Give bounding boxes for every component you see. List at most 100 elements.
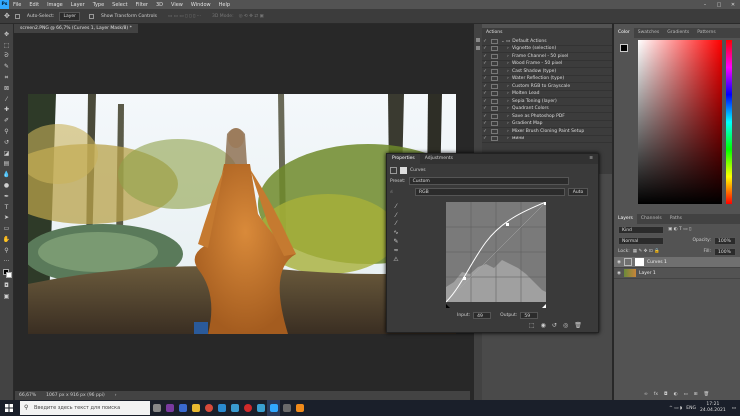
input-field[interactable]: 49 xyxy=(473,312,492,319)
dialog-toggle[interactable] xyxy=(491,83,498,89)
view-previous-icon[interactable]: ◉ xyxy=(541,322,546,329)
hand-tool-icon[interactable]: ✋ xyxy=(2,235,12,244)
windows-start-icon[interactable] xyxy=(0,400,18,416)
zoom-tool-icon[interactable]: ⚲ xyxy=(2,246,12,255)
target-adjust-icon[interactable]: ☝ xyxy=(390,190,400,195)
task-view-icon[interactable] xyxy=(150,400,163,416)
opacity-field[interactable]: 100% xyxy=(714,236,736,245)
checkmark-icon[interactable]: ✓ xyxy=(482,114,488,119)
dialog-toggle[interactable] xyxy=(491,121,498,127)
folder-icon[interactable]: ▭ xyxy=(684,392,688,397)
move-tool-icon[interactable]: ✥ xyxy=(4,12,10,20)
menu-item[interactable]: Type xyxy=(89,2,108,8)
dialog-toggle[interactable] xyxy=(491,113,498,119)
taskbar-app-icon[interactable] xyxy=(254,400,267,416)
action-item[interactable]: ✓ › Custom RGB to Grayscale xyxy=(482,83,612,91)
dialog-toggle[interactable] xyxy=(491,91,498,97)
align-icons[interactable]: ▭ ▭ ▭ ▯ ▯ ▯ ··· xyxy=(168,14,201,19)
trash-icon[interactable]: 🗑 xyxy=(574,322,582,329)
tray-icons[interactable]: ^ ▭ ◗ xyxy=(669,406,682,411)
action-item[interactable]: ✓ › Sepia Toning (layer) xyxy=(482,98,612,106)
dialog-toggle[interactable] xyxy=(491,61,498,67)
auto-select-checkbox[interactable] xyxy=(14,13,20,19)
auto-button[interactable]: Auto xyxy=(568,188,588,196)
photoshop-taskbar-icon[interactable] xyxy=(267,400,280,416)
checkmark-icon[interactable]: ✓ xyxy=(482,69,488,74)
checkmark-icon[interactable]: ✓ xyxy=(482,39,488,44)
path-select-tool-icon[interactable]: ➤ xyxy=(2,214,12,223)
menu-item[interactable]: Window xyxy=(187,2,215,8)
reset-icon[interactable]: ↺ xyxy=(552,322,557,329)
tab-color-panel[interactable]: Gradients xyxy=(663,28,693,38)
dialog-toggle[interactable] xyxy=(491,38,498,44)
menu-item[interactable]: 3D xyxy=(152,2,167,8)
new-layer-icon[interactable]: ⊞ xyxy=(694,392,698,397)
action-item[interactable]: ✓ › Cast Shadow (type) xyxy=(482,68,612,76)
taskbar-app-icon[interactable] xyxy=(280,400,293,416)
foreground-swatch[interactable] xyxy=(620,44,628,52)
checkmark-icon[interactable]: ✓ xyxy=(482,76,488,81)
fill-field[interactable]: 100% xyxy=(714,247,736,256)
tab-adjustments[interactable]: Adjustments xyxy=(420,154,458,164)
hue-slider[interactable] xyxy=(726,40,732,204)
more-tools-icon[interactable]: ··· xyxy=(2,257,12,266)
white-input-slider[interactable] xyxy=(542,304,546,308)
tab-layers-panel[interactable]: Layers xyxy=(614,214,637,224)
opera-icon[interactable] xyxy=(241,400,254,416)
checkmark-icon[interactable]: ✓ xyxy=(482,54,488,59)
action-item[interactable]: ✓ › Molten Lead xyxy=(482,91,612,98)
dialog-toggle[interactable] xyxy=(491,68,498,74)
preset-dropdown[interactable]: Custom xyxy=(408,177,569,185)
curves-graph[interactable] xyxy=(446,202,546,308)
panel-menu-icon[interactable]: ≡ xyxy=(584,154,598,164)
checkmark-icon[interactable]: ✓ xyxy=(482,106,488,111)
taskbar-app-icon[interactable] xyxy=(176,400,189,416)
checkmark-icon[interactable]: ✓ xyxy=(482,91,488,96)
pen-tool-icon[interactable]: ✒ xyxy=(2,192,12,201)
checkmark-icon[interactable]: ✓ xyxy=(482,61,488,66)
add-mask-icon[interactable]: ◘ xyxy=(664,392,668,397)
action-item[interactable]: ✓ › Wood Frame - 50 pixel xyxy=(482,61,612,68)
mask-thumbnail[interactable] xyxy=(634,258,644,266)
checkmark-icon[interactable]: ✓ xyxy=(482,121,488,126)
notifications-icon[interactable]: ▭ xyxy=(732,406,736,411)
dodge-tool-icon[interactable]: ● xyxy=(2,181,12,190)
quick-select-tool-icon[interactable]: ✎ xyxy=(2,62,12,71)
lock-icons[interactable]: ▦ ✎ ✥ ⊡ 🔒 xyxy=(633,249,660,254)
gray-point-eyedropper-icon[interactable]: ⁄ xyxy=(391,211,401,220)
filter-icons[interactable]: ▣ ◐ T ▭ ▯ xyxy=(668,227,691,232)
tab-properties[interactable]: Properties xyxy=(387,154,420,164)
layer-row[interactable]: ◉ Layer 1 xyxy=(614,268,740,279)
clip-to-layer-icon[interactable]: ⬚ xyxy=(529,322,535,329)
clone-stamp-tool-icon[interactable]: ⚲ xyxy=(2,127,12,136)
lasso-tool-icon[interactable]: ᘐ xyxy=(2,52,12,61)
tab-color-panel[interactable]: Patterns xyxy=(693,28,720,38)
edit-points-icon[interactable]: ∿ xyxy=(391,228,401,237)
action-item[interactable]: ✓ › Mixer Brush Cloning Paint Setup xyxy=(482,128,612,136)
healing-brush-tool-icon[interactable]: ✚ xyxy=(2,106,12,115)
chrome-icon[interactable] xyxy=(202,400,215,416)
screen-mode-icon[interactable]: ▣ xyxy=(2,292,12,301)
maximize-icon[interactable]: □ xyxy=(712,2,726,8)
dialog-toggle[interactable] xyxy=(491,128,498,134)
color-field[interactable] xyxy=(638,40,722,204)
minimize-icon[interactable]: – xyxy=(698,2,712,8)
type-tool-icon[interactable]: T xyxy=(2,203,12,212)
dialog-toggle[interactable] xyxy=(491,46,498,52)
eraser-tool-icon[interactable]: ◪ xyxy=(2,149,12,158)
checkmark-icon[interactable]: ✓ xyxy=(482,136,488,141)
smooth-icon[interactable]: ≈ xyxy=(391,246,401,255)
curve-point[interactable] xyxy=(506,223,509,226)
frame-tool-icon[interactable]: ⊠ xyxy=(2,84,12,93)
dialog-toggle[interactable] xyxy=(491,53,498,59)
clock[interactable]: 17:21 24.04.2021 xyxy=(700,402,726,414)
channel-dropdown[interactable]: RGB xyxy=(415,188,565,196)
history-brush-tool-icon[interactable]: ↺ xyxy=(2,138,12,147)
layer-row[interactable]: ◉ Curves 1 xyxy=(614,257,740,268)
auto-select-target-dropdown[interactable]: Layer xyxy=(59,11,80,21)
3d-mode-icons[interactable]: ◎ ⟲ ✥ ⇄ ▣ xyxy=(239,14,264,19)
taskbar-app-icon[interactable] xyxy=(228,400,241,416)
shape-tool-icon[interactable]: ▭ xyxy=(2,224,12,233)
action-item[interactable]: ✓ › Save as Photoshop PDF xyxy=(482,113,612,121)
blend-mode-dropdown[interactable]: Normal xyxy=(618,236,664,245)
